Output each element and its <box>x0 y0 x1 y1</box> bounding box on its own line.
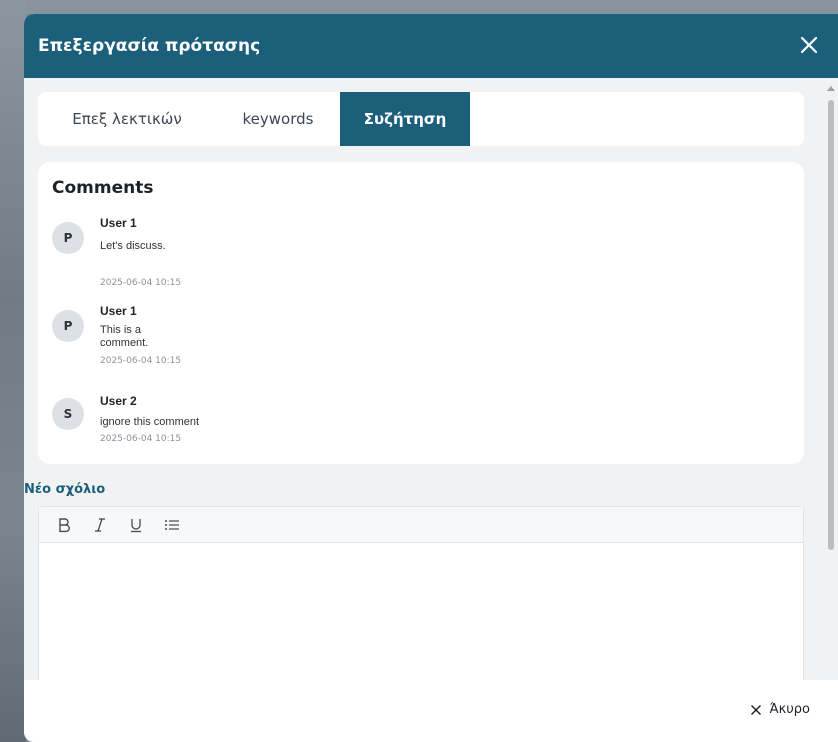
comment-item: S User 2 ignore this comment 2025-06-04 … <box>52 394 652 454</box>
comment-text: ignore this comment <box>100 416 200 428</box>
scrollbar-thumb[interactable] <box>828 100 834 550</box>
comment-timestamp: 2025-06-04 10:15 <box>100 278 182 288</box>
modal-header: Επεξεργασία πρότασης <box>24 14 838 78</box>
comment-author: User 1 <box>100 304 137 318</box>
comments-panel: Comments P User 1 Let's discuss. 2025-06… <box>38 162 804 464</box>
backdrop-left <box>0 0 26 742</box>
bullet-list-icon[interactable] <box>163 516 181 534</box>
comment-text: Let's discuss. <box>100 240 166 252</box>
modal-footer: Άκυρο <box>24 680 838 742</box>
backdrop <box>0 0 838 14</box>
tab-keywords[interactable]: keywords <box>216 92 340 146</box>
tab-discussion[interactable]: Συζήτηση <box>340 92 470 146</box>
cancel-button[interactable]: Άκυρο <box>750 702 810 717</box>
cancel-label: Άκυρο <box>769 702 810 717</box>
new-comment-label: Νέο σχόλιο <box>24 482 106 497</box>
comment-editor <box>38 506 804 686</box>
tab-bar: Επεξ λεκτικών keywords Συζήτηση <box>38 92 804 146</box>
close-icon[interactable] <box>796 32 822 58</box>
underline-icon[interactable] <box>127 516 145 534</box>
comment-input[interactable] <box>39 543 803 685</box>
comment-item: P User 1 Let's discuss. 2025-06-04 10:15 <box>52 216 652 296</box>
close-icon <box>750 704 761 715</box>
comment-author: User 1 <box>100 216 137 230</box>
comments-heading: Comments <box>52 178 154 198</box>
comment-item: P User 1 This is a comment. 2025-06-04 1… <box>52 304 652 384</box>
scrollbar[interactable] <box>824 84 838 690</box>
tab-edit-wording[interactable]: Επεξ λεκτικών <box>38 92 216 146</box>
avatar: S <box>52 398 84 430</box>
avatar: P <box>52 222 84 254</box>
comment-timestamp: 2025-06-04 10:15 <box>100 434 182 444</box>
avatar: P <box>52 310 84 342</box>
comment-author: User 2 <box>100 394 137 408</box>
comment-timestamp: 2025-06-04 10:15 <box>100 356 182 366</box>
italic-icon[interactable] <box>91 516 109 534</box>
editor-toolbar <box>39 507 803 543</box>
comment-text: This is a comment. <box>100 324 149 349</box>
scroll-up-arrow-icon[interactable] <box>827 86 835 91</box>
bold-icon[interactable] <box>55 516 73 534</box>
modal-title: Επεξεργασία πρότασης <box>38 36 261 56</box>
edit-proposal-modal: Επεξεργασία πρότασης Επεξ λεκτικών keywo… <box>24 14 838 742</box>
